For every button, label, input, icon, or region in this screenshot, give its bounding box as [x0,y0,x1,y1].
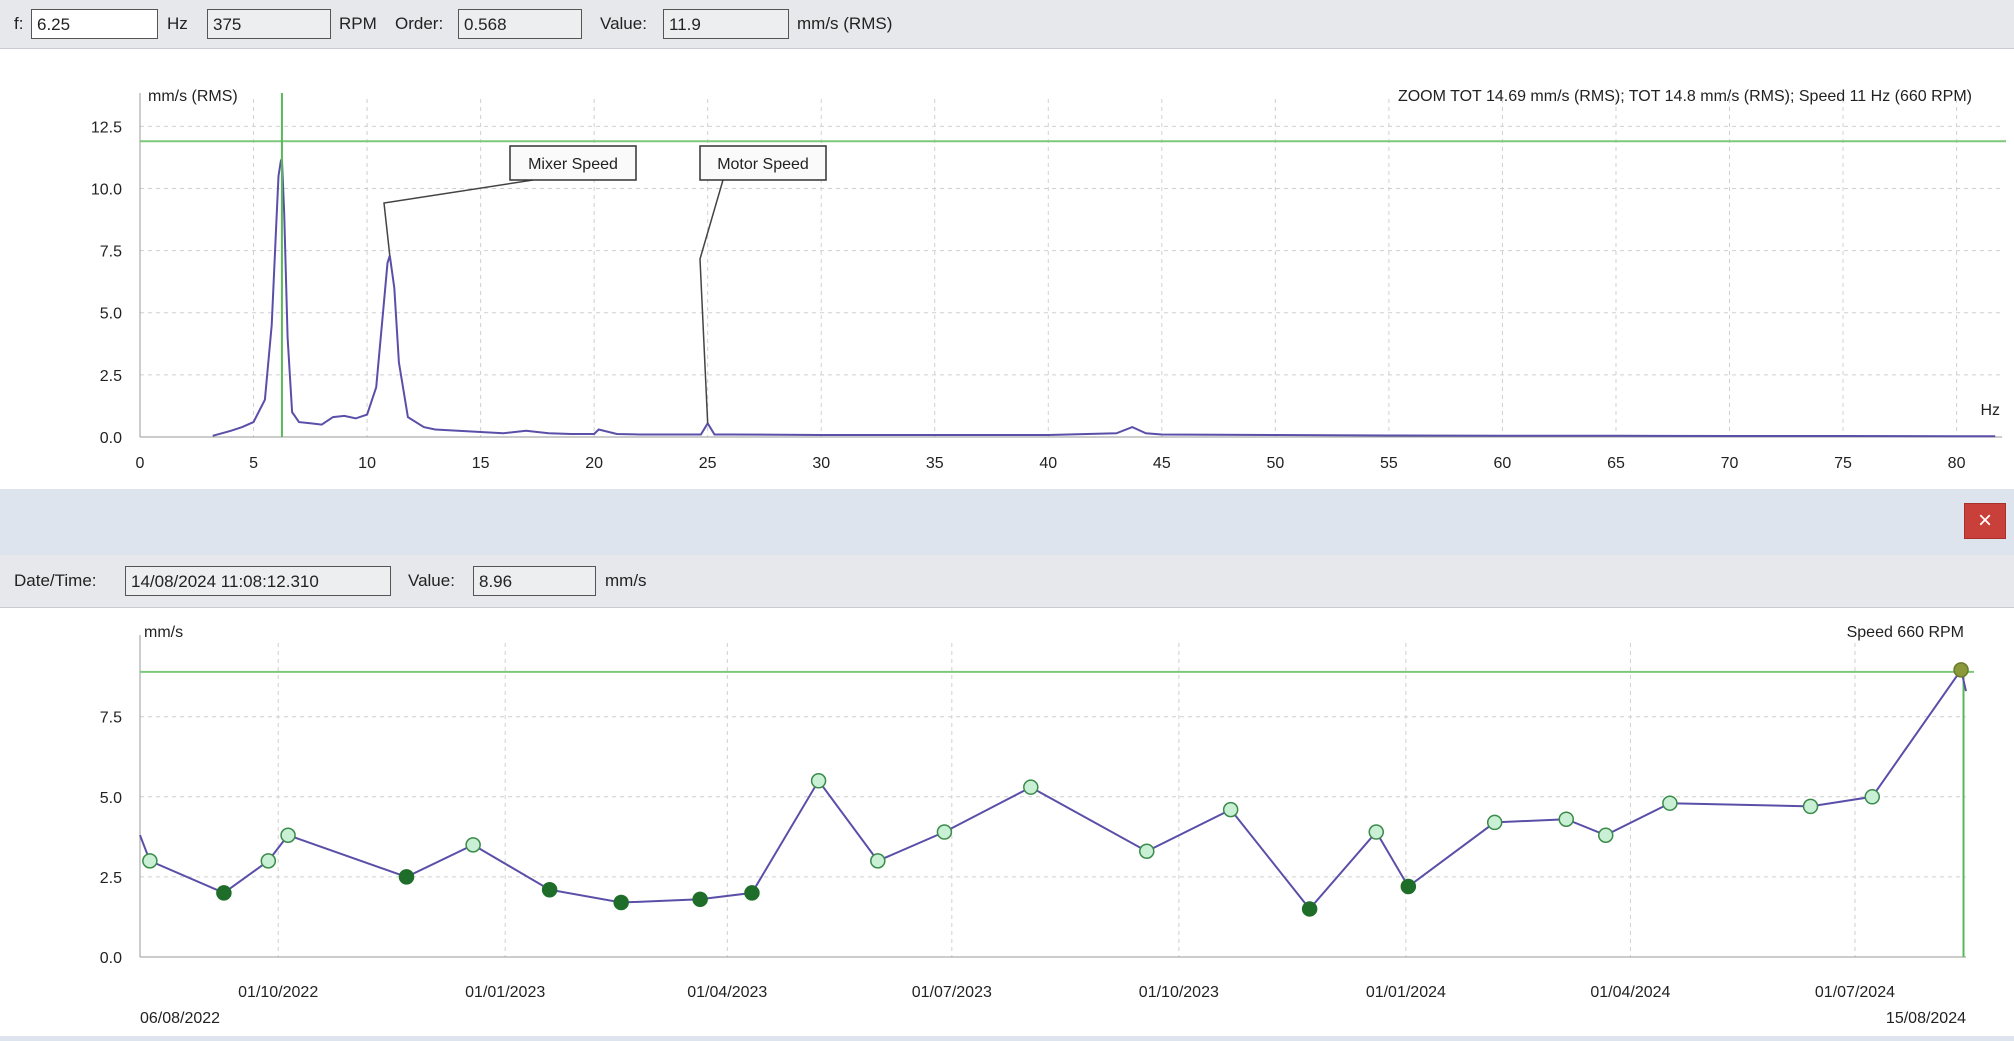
trend-value-field[interactable]: 8.96 [473,566,596,596]
close-button[interactable]: × [1964,503,2006,539]
data-point [1864,789,1880,805]
value-field[interactable]: 11.9 [663,9,789,39]
data-point [1953,662,1969,678]
x-tick-label: 01/07/2023 [912,984,992,1001]
x-tick-label: 80 [1948,455,1966,472]
rpm-field[interactable]: 375 [207,9,331,39]
spectrum-chart[interactable]: 0 5 10 15 20 25 30 35 40 45 50 55 60 65 70 75 80 0.0 2.5 5.… [0,49,2014,489]
x-tick-label: 65 [1607,455,1625,472]
value-label: Value: [600,14,647,33]
frequency-label: f: [14,14,24,33]
y-tick-label: 10.0 [91,181,122,198]
trend-line [139,667,1967,911]
order-label: Order: [395,14,444,33]
trend-chart-panel: 01/10/2022 01/01/2023 01/04/2023 01/07/2023… [0,608,2014,1036]
trend-value-label: Value: [408,571,455,590]
x-tick-label: 01/04/2024 [1590,984,1670,1001]
x-tick-label: 20 [585,455,603,472]
datetime-label: Date/Time: [14,571,97,590]
data-point [216,885,232,901]
x-tick-label: 45 [1153,455,1171,472]
data-point [1802,798,1819,815]
data-point [936,824,953,840]
chart-title: ZOOM TOT 14.69 mm/s (RMS); TOT 14.8 mm/s… [1398,88,1972,105]
x-tick-label: 10 [358,455,376,472]
frequency-unit: Hz [167,14,188,33]
data-point [280,827,296,843]
spectrum-line [212,158,1996,438]
frequency-input[interactable]: 6.25 [31,9,158,39]
data-point [1597,827,1614,843]
x-tick-label: 01/10/2023 [1139,984,1219,1001]
x-tick-label: 01/04/2023 [687,984,767,1001]
y-tick-label: 2.5 [100,368,122,385]
trend-toolbar: Date/Time: 14/08/2024 11:08:12.310 Value… [0,555,2014,608]
y-tick-label: 0.0 [100,430,122,447]
x-tick-label: 01/10/2022 [238,984,318,1001]
data-point [1400,878,1417,895]
x-tick-label: 35 [926,455,944,472]
data-point [1662,795,1678,811]
y-axis-label: mm/s (RMS) [148,88,238,105]
data-point [744,885,760,901]
motor-speed-annotation-leader [699,179,724,424]
data-point [1486,814,1503,831]
mixer-speed-annotation-leader [383,179,534,256]
y-tick-label: 5.0 [100,790,122,807]
x-tick-label: 25 [699,455,717,472]
x-tick-label: 15 [472,455,490,472]
data-point [465,837,481,853]
data-point [1301,901,1318,917]
x-end-label: 15/08/2024 [1886,1010,1966,1027]
y-tick-label: 2.5 [100,870,122,887]
spectrum-chart-panel: 0 5 10 15 20 25 30 35 40 45 50 55 60 65 70 75 80 0.0 2.5 5.… [0,49,2014,489]
data-point [613,894,629,911]
trend-value-unit: mm/s [605,571,647,590]
spectrum-toolbar: f: 6.25 Hz 375 RPM Order: 0.568 Value: 1… [0,0,2014,49]
datetime-field[interactable]: 14/08/2024 11:08:12.310 [125,566,391,596]
x-axis-label: Hz [1980,402,2000,419]
panel-splitter[interactable] [0,489,2014,555]
y-tick-label: 7.5 [100,710,122,727]
rpm-unit: RPM [339,14,377,33]
x-tick-label: 70 [1721,455,1739,472]
y-axis-label: mm/s [144,624,183,641]
data-point [142,853,158,869]
data-point [810,773,827,789]
x-tick-label: 30 [812,455,830,472]
y-tick-label: 7.5 [100,244,122,261]
data-point [1368,824,1385,840]
data-point [870,853,886,869]
mixer-speed-annotation: Mixer Speed [528,156,618,173]
order-field[interactable]: 0.568 [458,9,582,39]
x-tick-label: 0 [136,455,145,472]
x-tick-label: 50 [1266,455,1284,472]
x-start-label: 06/08/2022 [140,1010,220,1027]
data-point [260,853,277,869]
x-tick-label: 01/01/2023 [465,984,545,1001]
x-tick-label: 55 [1380,455,1398,472]
trend-chart[interactable]: 01/10/2022 01/01/2023 01/04/2023 01/07/2023… [0,608,2014,1036]
x-tick-label: 01/07/2024 [1815,984,1895,1001]
x-tick-label: 01/01/2024 [1366,984,1446,1001]
data-point [1222,801,1239,818]
x-tick-label: 40 [1039,455,1057,472]
data-point [1139,843,1155,860]
x-tick-label: 60 [1494,455,1512,472]
value-unit: mm/s (RMS) [797,14,893,33]
data-point [541,881,558,898]
speed-annotation: Speed 660 RPM [1847,624,1964,641]
motor-speed-annotation: Motor Speed [717,156,809,173]
data-point [1558,811,1575,827]
x-tick-label: 5 [249,455,258,472]
y-tick-label: 0.0 [100,950,122,967]
data-point [398,869,415,885]
data-point [1023,779,1039,795]
y-tick-label: 5.0 [100,306,122,323]
x-tick-label: 75 [1834,455,1852,472]
data-point [692,891,708,908]
y-tick-label: 12.5 [91,119,122,136]
